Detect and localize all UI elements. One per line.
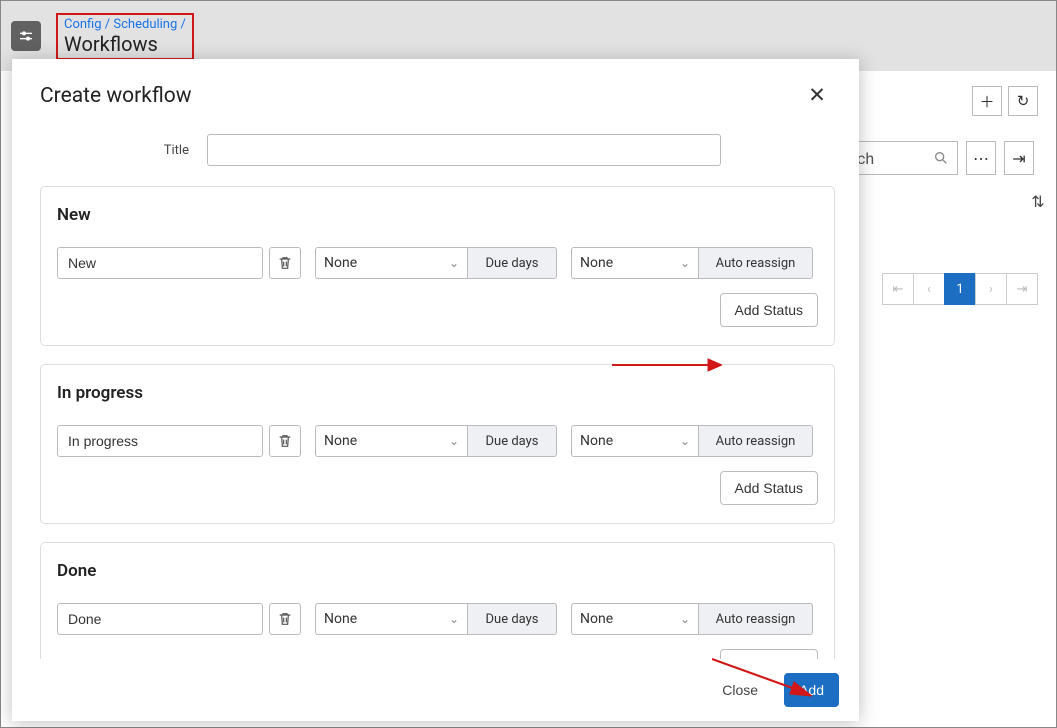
status-name-input[interactable]	[57, 247, 263, 279]
status-input-group	[57, 603, 301, 635]
due-days-select[interactable]: None ⌄	[315, 247, 467, 279]
add-status-row: Add Status	[57, 649, 818, 659]
title-label: Title	[154, 143, 189, 158]
modal-header: Create workflow ✕	[12, 59, 859, 118]
chevron-down-icon: ⌄	[449, 612, 459, 626]
add-status-button[interactable]: Add Status	[720, 293, 819, 327]
trash-icon	[277, 255, 293, 271]
create-workflow-modal: Create workflow ✕ Title New	[12, 59, 859, 721]
status-name-input[interactable]	[57, 603, 263, 635]
modal-body: Title New	[12, 118, 851, 659]
chevron-down-icon: ⌄	[680, 612, 690, 626]
section-header: Done	[57, 561, 818, 581]
due-days-group: None ⌄ Due days	[315, 603, 557, 635]
add-status-row: Add Status	[57, 293, 818, 327]
select-value: None	[324, 255, 357, 271]
title-input[interactable]	[207, 134, 721, 166]
trash-icon	[277, 611, 293, 627]
section-header: New	[57, 205, 818, 225]
select-value: None	[580, 611, 613, 627]
auto-reassign-addon: Auto reassign	[698, 603, 813, 635]
status-name-input[interactable]	[57, 425, 263, 457]
chevron-down-icon: ⌄	[449, 256, 459, 270]
add-status-button[interactable]: Add Status	[720, 471, 819, 505]
due-days-addon: Due days	[467, 247, 557, 279]
auto-reassign-group: None ⌄ Auto reassign	[571, 603, 813, 635]
add-status-row: Add Status	[57, 471, 818, 505]
annotation-arrow-2	[712, 654, 812, 699]
auto-reassign-select[interactable]: None ⌄	[571, 247, 698, 279]
auto-reassign-group: None ⌄ Auto reassign	[571, 425, 813, 457]
modal-title: Create workflow	[40, 84, 192, 108]
auto-reassign-addon: Auto reassign	[698, 247, 813, 279]
chevron-down-icon: ⌄	[680, 256, 690, 270]
delete-status-button[interactable]	[269, 603, 301, 635]
delete-status-button[interactable]	[269, 425, 301, 457]
chevron-down-icon: ⌄	[449, 434, 459, 448]
auto-reassign-addon: Auto reassign	[698, 425, 813, 457]
auto-reassign-select[interactable]: None ⌄	[571, 425, 698, 457]
select-value: None	[324, 611, 357, 627]
select-value: None	[580, 433, 613, 449]
annotation-arrow-1	[612, 355, 722, 375]
due-days-group: None ⌄ Due days	[315, 425, 557, 457]
status-input-group	[57, 247, 301, 279]
due-days-addon: Due days	[467, 603, 557, 635]
select-value: None	[580, 255, 613, 271]
status-row: None ⌄ Due days None ⌄ Auto reassign	[57, 425, 818, 457]
auto-reassign-select[interactable]: None ⌄	[571, 603, 698, 635]
chevron-down-icon: ⌄	[680, 434, 690, 448]
section-done: Done None ⌄	[40, 542, 835, 659]
select-value: None	[324, 433, 357, 449]
section-in-progress: In progress None ⌄	[40, 364, 835, 524]
delete-status-button[interactable]	[269, 247, 301, 279]
status-input-group	[57, 425, 301, 457]
status-row: None ⌄ Due days None ⌄ Auto reassign	[57, 603, 818, 635]
close-icon: ✕	[808, 84, 826, 108]
close-button[interactable]: ✕	[803, 83, 831, 108]
due-days-select[interactable]: None ⌄	[315, 603, 467, 635]
section-header: In progress	[57, 383, 818, 403]
trash-icon	[277, 433, 293, 449]
title-row: Title	[40, 134, 835, 166]
due-days-addon: Due days	[467, 425, 557, 457]
status-row: None ⌄ Due days None ⌄ Auto reassign	[57, 247, 818, 279]
section-new: New None ⌄	[40, 186, 835, 346]
due-days-group: None ⌄ Due days	[315, 247, 557, 279]
due-days-select[interactable]: None ⌄	[315, 425, 467, 457]
auto-reassign-group: None ⌄ Auto reassign	[571, 247, 813, 279]
modal-overlay: Create workflow ✕ Title New	[1, 1, 1056, 727]
